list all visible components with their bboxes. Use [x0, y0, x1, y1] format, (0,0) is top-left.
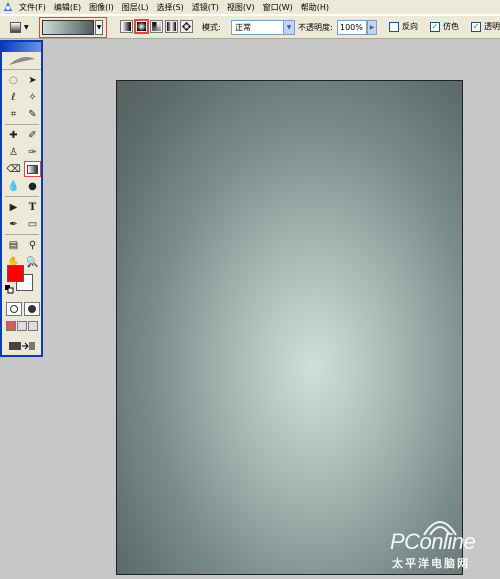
mode-select[interactable]: 正常 ▼	[231, 20, 295, 35]
mode-label: 模式:	[202, 23, 221, 32]
checkmark-icon[interactable]: ✓	[471, 21, 481, 32]
dodge-tool-icon[interactable]: ●	[24, 178, 41, 194]
gradient-tool-icon	[10, 21, 21, 33]
tool-preset-picker[interactable]: ▼	[10, 20, 30, 34]
dither-checkbox[interactable]: ✓ 仿色	[430, 21, 459, 32]
toolbox: ◌ ➤ ℓ ✧ ⌗ ✎ ✚ ✐ ♙ ✑ ⌫ 💧 ● ▶ T ✒ ▭ ▤ ⚲ ✋ …	[0, 40, 43, 357]
menu-select[interactable]: 选择(S)	[153, 1, 188, 14]
toolbox-title-bar[interactable]	[2, 42, 41, 52]
chevron-down-icon: ▼	[24, 23, 29, 31]
jump-to-imageready-icon[interactable]	[6, 339, 38, 353]
dither-label: 仿色	[443, 22, 459, 31]
pconline-watermark: PConline 太平洋电脑网	[382, 515, 500, 575]
reflected-gradient-button[interactable]	[165, 20, 178, 33]
magic-wand-icon[interactable]: ✧	[24, 89, 41, 105]
blur-tool-icon[interactable]: 💧	[5, 178, 22, 194]
options-bar: ▼ ▼ 模式: 正常 ▼ 不透明度: 100% ▶ 反向 ✓ 仿色 ✓ 透明区域	[0, 15, 500, 39]
tool-row-7: 💧 ●	[5, 178, 41, 194]
gradient-type-group	[120, 19, 193, 34]
crop-tool-icon[interactable]: ⌗	[5, 106, 22, 122]
move-tool-icon[interactable]: ➤	[24, 72, 41, 88]
tool-row-5: ♙ ✑	[5, 144, 41, 160]
toolbox-divider	[5, 196, 39, 197]
document-canvas[interactable]	[116, 80, 463, 575]
reflected-gradient-icon	[167, 22, 176, 31]
gradient-preview[interactable]	[42, 20, 94, 35]
tool-row-4: ✚ ✐	[5, 127, 41, 143]
eraser-tool-icon[interactable]: ⌫	[5, 161, 22, 177]
foreground-color-swatch[interactable]	[7, 265, 24, 282]
feather-logo-icon[interactable]	[2, 52, 41, 70]
tool-row-6: ⌫	[5, 161, 41, 177]
menu-window[interactable]: 窗口(W)	[260, 1, 298, 14]
tool-row-9: ✒ ▭	[5, 216, 41, 232]
watermark-brand: PConline	[390, 529, 476, 554]
screen-mode-group	[6, 321, 38, 331]
linear-gradient-icon	[122, 22, 131, 31]
path-selection-icon[interactable]: ▶	[5, 199, 22, 215]
pen-tool-icon[interactable]: ✒	[5, 216, 22, 232]
tool-row-10: ▤ ⚲	[5, 237, 41, 253]
eyedropper-icon[interactable]: ⚲	[24, 237, 41, 253]
edit-mode-group	[6, 302, 40, 316]
menu-view[interactable]: 视图(V)	[224, 1, 260, 14]
type-tool-icon[interactable]: T	[24, 199, 41, 215]
history-brush-icon[interactable]: ✑	[24, 144, 41, 160]
radial-gradient-icon	[137, 22, 146, 31]
full-screen-menu-icon[interactable]	[17, 321, 27, 331]
lasso-tool-icon[interactable]: ℓ	[5, 89, 22, 105]
menu-layer[interactable]: 图层(L)	[119, 1, 154, 14]
diamond-gradient-button[interactable]	[180, 20, 193, 33]
slice-tool-icon[interactable]: ✎	[24, 106, 41, 122]
transparency-label: 透明区域	[484, 22, 500, 31]
toolbox-divider	[5, 124, 39, 125]
chevron-down-icon[interactable]: ▼	[283, 21, 294, 34]
menu-bar: 文件(F) 编辑(E) 图像(I) 图层(L) 选择(S) 滤镜(T) 视图(V…	[0, 0, 500, 15]
tool-row-3: ⌗ ✎	[5, 106, 41, 122]
menu-help[interactable]: 帮助(H)	[298, 1, 334, 14]
watermark-subtitle: 太平洋电脑网	[392, 557, 470, 570]
gradient-picker[interactable]: ▼	[39, 17, 107, 38]
quick-mask-mode-icon[interactable]	[24, 302, 40, 316]
gradient-tool-icon[interactable]	[24, 161, 41, 177]
default-colors-icon[interactable]	[5, 285, 14, 294]
shape-tool-icon[interactable]: ▭	[24, 216, 41, 232]
reverse-checkbox[interactable]: 反向	[389, 21, 418, 32]
linear-gradient-button[interactable]	[120, 20, 133, 33]
standard-screen-icon[interactable]	[6, 321, 16, 331]
reverse-label: 反向	[402, 22, 418, 31]
mode-value: 正常	[235, 23, 251, 32]
brush-tool-icon[interactable]: ✐	[24, 127, 41, 143]
notes-tool-icon[interactable]: ▤	[5, 237, 22, 253]
standard-mode-icon[interactable]	[6, 302, 22, 316]
diamond-gradient-icon	[182, 22, 191, 31]
marquee-tool-icon[interactable]: ◌	[5, 72, 22, 88]
opacity-label: 不透明度:	[298, 23, 333, 32]
checkmark-icon[interactable]: ✓	[430, 21, 440, 32]
radial-gradient-button[interactable]	[134, 19, 149, 34]
tool-row-1: ◌ ➤	[5, 72, 41, 88]
menu-edit[interactable]: 编辑(E)	[51, 1, 86, 14]
healing-brush-icon[interactable]: ✚	[5, 127, 22, 143]
tool-row-8: ▶ T	[5, 199, 41, 215]
menu-image[interactable]: 图像(I)	[86, 1, 119, 14]
toolbox-divider	[5, 234, 39, 235]
swap-colors-icon[interactable]: ↶	[27, 262, 34, 271]
clone-stamp-icon[interactable]: ♙	[5, 144, 22, 160]
opacity-input[interactable]: 100%	[337, 20, 367, 35]
reverse-checkbox-box[interactable]	[389, 21, 399, 32]
angle-gradient-icon	[152, 22, 161, 31]
photoshop-logo-icon[interactable]	[1, 1, 15, 14]
menu-file[interactable]: 文件(F)	[16, 1, 51, 14]
menu-filter[interactable]: 滤镜(T)	[189, 1, 224, 14]
angle-gradient-button[interactable]	[150, 20, 163, 33]
full-screen-icon[interactable]	[28, 321, 38, 331]
chevron-down-icon[interactable]: ▼	[95, 20, 103, 35]
transparency-checkbox[interactable]: ✓ 透明区域	[471, 21, 500, 32]
tool-row-2: ℓ ✧	[5, 89, 41, 105]
opacity-slider-button[interactable]: ▶	[367, 20, 377, 35]
